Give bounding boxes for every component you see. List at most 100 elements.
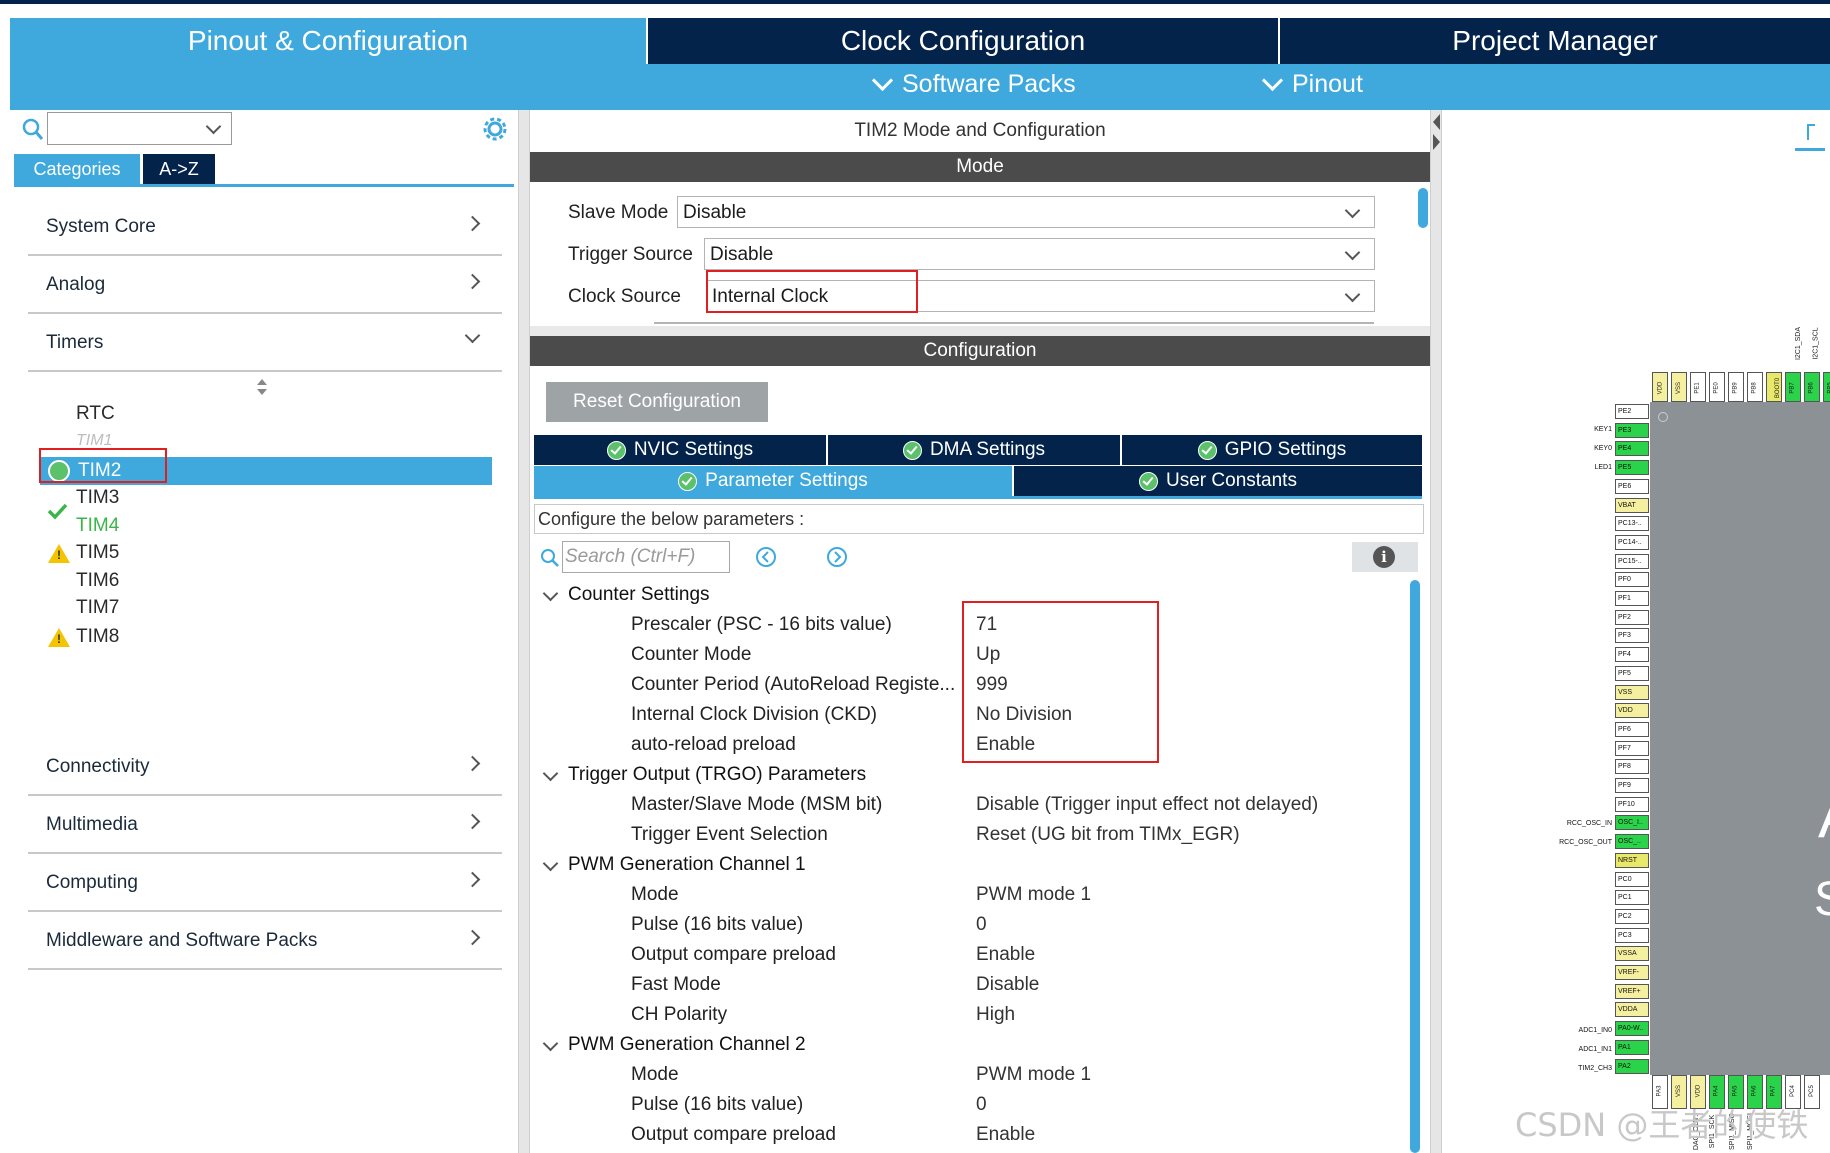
parameter-scrollbar[interactable] [1410, 580, 1420, 1153]
param-value[interactable]: Disable [976, 974, 1039, 996]
pin-vref[interactable]: VREF+ [1615, 983, 1649, 999]
tab-dma-settings[interactable]: DMA Settings [828, 435, 1120, 465]
timer-item-tim3[interactable]: TIM3 [76, 485, 119, 511]
pin-pa0w[interactable]: PA0-W.. [1615, 1021, 1649, 1037]
tab-parameter-settings[interactable]: Parameter Settings [534, 466, 1012, 496]
pin-pc3[interactable]: PC3 [1615, 927, 1649, 943]
pin-pb5[interactable]: PB5 [1823, 372, 1830, 402]
pin-pa2[interactable]: PA2 [1615, 1058, 1649, 1074]
pin-osci[interactable]: OSC_I.. [1615, 815, 1649, 831]
pin-pa1[interactable]: PA1 [1615, 1039, 1649, 1055]
pin-vdd[interactable]: VDD [1615, 703, 1649, 719]
pin-vbat[interactable]: VBAT [1615, 497, 1649, 513]
timer-item-tim6[interactable]: TIM6 [76, 568, 119, 594]
pin-pf6[interactable]: PF6 [1615, 721, 1649, 737]
tab-user-constants[interactable]: User Constants [1014, 466, 1422, 496]
pin-pe2[interactable]: PE2 [1615, 404, 1649, 419]
timer-item-tim7[interactable]: TIM7 [76, 595, 119, 621]
chevron-down-icon[interactable] [542, 765, 559, 782]
chevron-down-icon[interactable] [542, 855, 559, 872]
pin-pe6[interactable]: PE6 [1615, 478, 1649, 494]
pin-pe0[interactable]: PE0 [1709, 372, 1725, 402]
pin-pc0[interactable]: PC0 [1615, 871, 1649, 887]
sort-icon[interactable] [256, 378, 268, 396]
section-counter-settings[interactable]: Counter Settings [568, 584, 710, 606]
panel-splitter[interactable] [1430, 110, 1442, 1153]
param-value[interactable]: Disable (Trigger input effect not delaye… [976, 794, 1318, 816]
pin-pb9[interactable]: PB9 [1728, 372, 1744, 402]
collapse-left-icon[interactable] [1433, 114, 1440, 130]
param-value[interactable]: 0 [976, 1094, 987, 1116]
param-value[interactable]: Reset (UG bit from TIMx_EGR) [976, 824, 1240, 846]
param-value[interactable]: Enable [976, 944, 1035, 966]
tab-gpio-settings[interactable]: GPIO Settings [1122, 435, 1422, 465]
pin-vssa[interactable]: VSSA [1615, 946, 1649, 962]
category-middleware[interactable]: Middleware and Software Packs [28, 910, 502, 970]
pin-pb6[interactable]: PB6 [1804, 372, 1820, 402]
tab-categories[interactable]: Categories [14, 154, 140, 184]
param-value[interactable]: High [976, 1004, 1015, 1026]
next-icon[interactable] [826, 546, 848, 568]
pin-pf9[interactable]: PF9 [1615, 778, 1649, 793]
timer-item-tim8[interactable]: TIM8 [76, 624, 119, 650]
category-timers[interactable]: Timers [28, 312, 502, 372]
category-multimedia[interactable]: Multimedia [28, 794, 502, 854]
pin-pf5[interactable]: PF5 [1615, 665, 1649, 681]
pin-pc13[interactable]: PC13-.. [1615, 516, 1649, 532]
gear-icon[interactable] [482, 116, 508, 142]
pin-pe1[interactable]: PE1 [1690, 372, 1706, 402]
pin-pf10[interactable]: PF10 [1615, 796, 1649, 812]
pin-pb8[interactable]: PB8 [1747, 372, 1763, 402]
chevron-down-icon[interactable] [542, 585, 559, 602]
tab-project-manager[interactable]: Project Manager [1280, 18, 1830, 64]
collapse-right-icon[interactable] [1433, 134, 1440, 150]
pin-boot0[interactable]: BOOT0 [1766, 372, 1782, 402]
category-connectivity[interactable]: Connectivity [28, 736, 502, 796]
pin-pe5[interactable]: PE5 [1615, 460, 1649, 476]
pin-pf4[interactable]: PF4 [1615, 647, 1649, 663]
previous-icon[interactable] [755, 546, 777, 568]
pin-vref[interactable]: VREF- [1615, 965, 1649, 980]
pin-vss[interactable]: VSS [1615, 684, 1649, 700]
reset-configuration-button[interactable]: Reset Configuration [546, 382, 768, 422]
section-trgo-parameters[interactable]: Trigger Output (TRGO) Parameters [568, 764, 866, 786]
section-pwm-channel-2[interactable]: PWM Generation Channel 2 [568, 1034, 806, 1056]
param-value[interactable]: 0 [976, 914, 987, 936]
info-button[interactable]: i [1352, 542, 1418, 572]
pin-pf3[interactable]: PF3 [1615, 628, 1649, 644]
pin-vdda[interactable]: VDDA [1615, 1002, 1649, 1018]
tab-clock-configuration[interactable]: Clock Configuration [648, 18, 1278, 64]
pin-pc15[interactable]: PC15-.. [1615, 553, 1649, 569]
pin-pc14[interactable]: PC14-.. [1615, 534, 1649, 550]
param-value[interactable]: PWM mode 1 [976, 884, 1091, 906]
param-value[interactable]: PWM mode 1 [976, 1064, 1091, 1086]
zoom-tool[interactable] [1795, 118, 1825, 151]
category-system-core[interactable]: System Core [28, 196, 502, 256]
pin-vdd[interactable]: VDD [1652, 372, 1668, 402]
timer-item-tim4[interactable]: TIM4 [76, 513, 119, 539]
pin-pf1[interactable]: PF1 [1615, 591, 1649, 606]
pin-pf7[interactable]: PF7 [1615, 740, 1649, 756]
pin-nrst[interactable]: NRST [1615, 852, 1649, 868]
tab-nvic-settings[interactable]: NVIC Settings [534, 435, 826, 465]
timer-item-rtc[interactable]: RTC [76, 401, 115, 427]
tab-pinout-configuration[interactable]: Pinout & Configuration [10, 18, 646, 64]
pin-pe4[interactable]: PE4 [1615, 441, 1649, 457]
timer-item-tim5[interactable]: TIM5 [76, 540, 119, 566]
section-pwm-channel-1[interactable]: PWM Generation Channel 1 [568, 854, 806, 876]
pinout-menu[interactable]: Pinout [1261, 69, 1363, 99]
pin-pb7[interactable]: PB7 [1785, 372, 1801, 402]
trigger-source-select[interactable]: Disable [704, 238, 1375, 270]
mode-scrollbar[interactable] [1418, 188, 1428, 228]
parameter-search-input[interactable]: Search (Ctrl+F) [562, 541, 730, 573]
search-combo[interactable] [47, 112, 232, 145]
tab-a-z[interactable]: A->Z [143, 154, 215, 184]
panel-splitter[interactable] [518, 110, 530, 1153]
pin-pf2[interactable]: PF2 [1615, 609, 1649, 625]
pin-pc2[interactable]: PC2 [1615, 908, 1649, 924]
pin-pf8[interactable]: PF8 [1615, 759, 1649, 775]
software-packs-menu[interactable]: Software Packs [871, 69, 1076, 99]
chevron-down-icon[interactable] [542, 1035, 559, 1052]
slave-mode-select[interactable]: Disable [677, 196, 1375, 228]
pin-osc[interactable]: OSC_.. [1615, 834, 1649, 850]
